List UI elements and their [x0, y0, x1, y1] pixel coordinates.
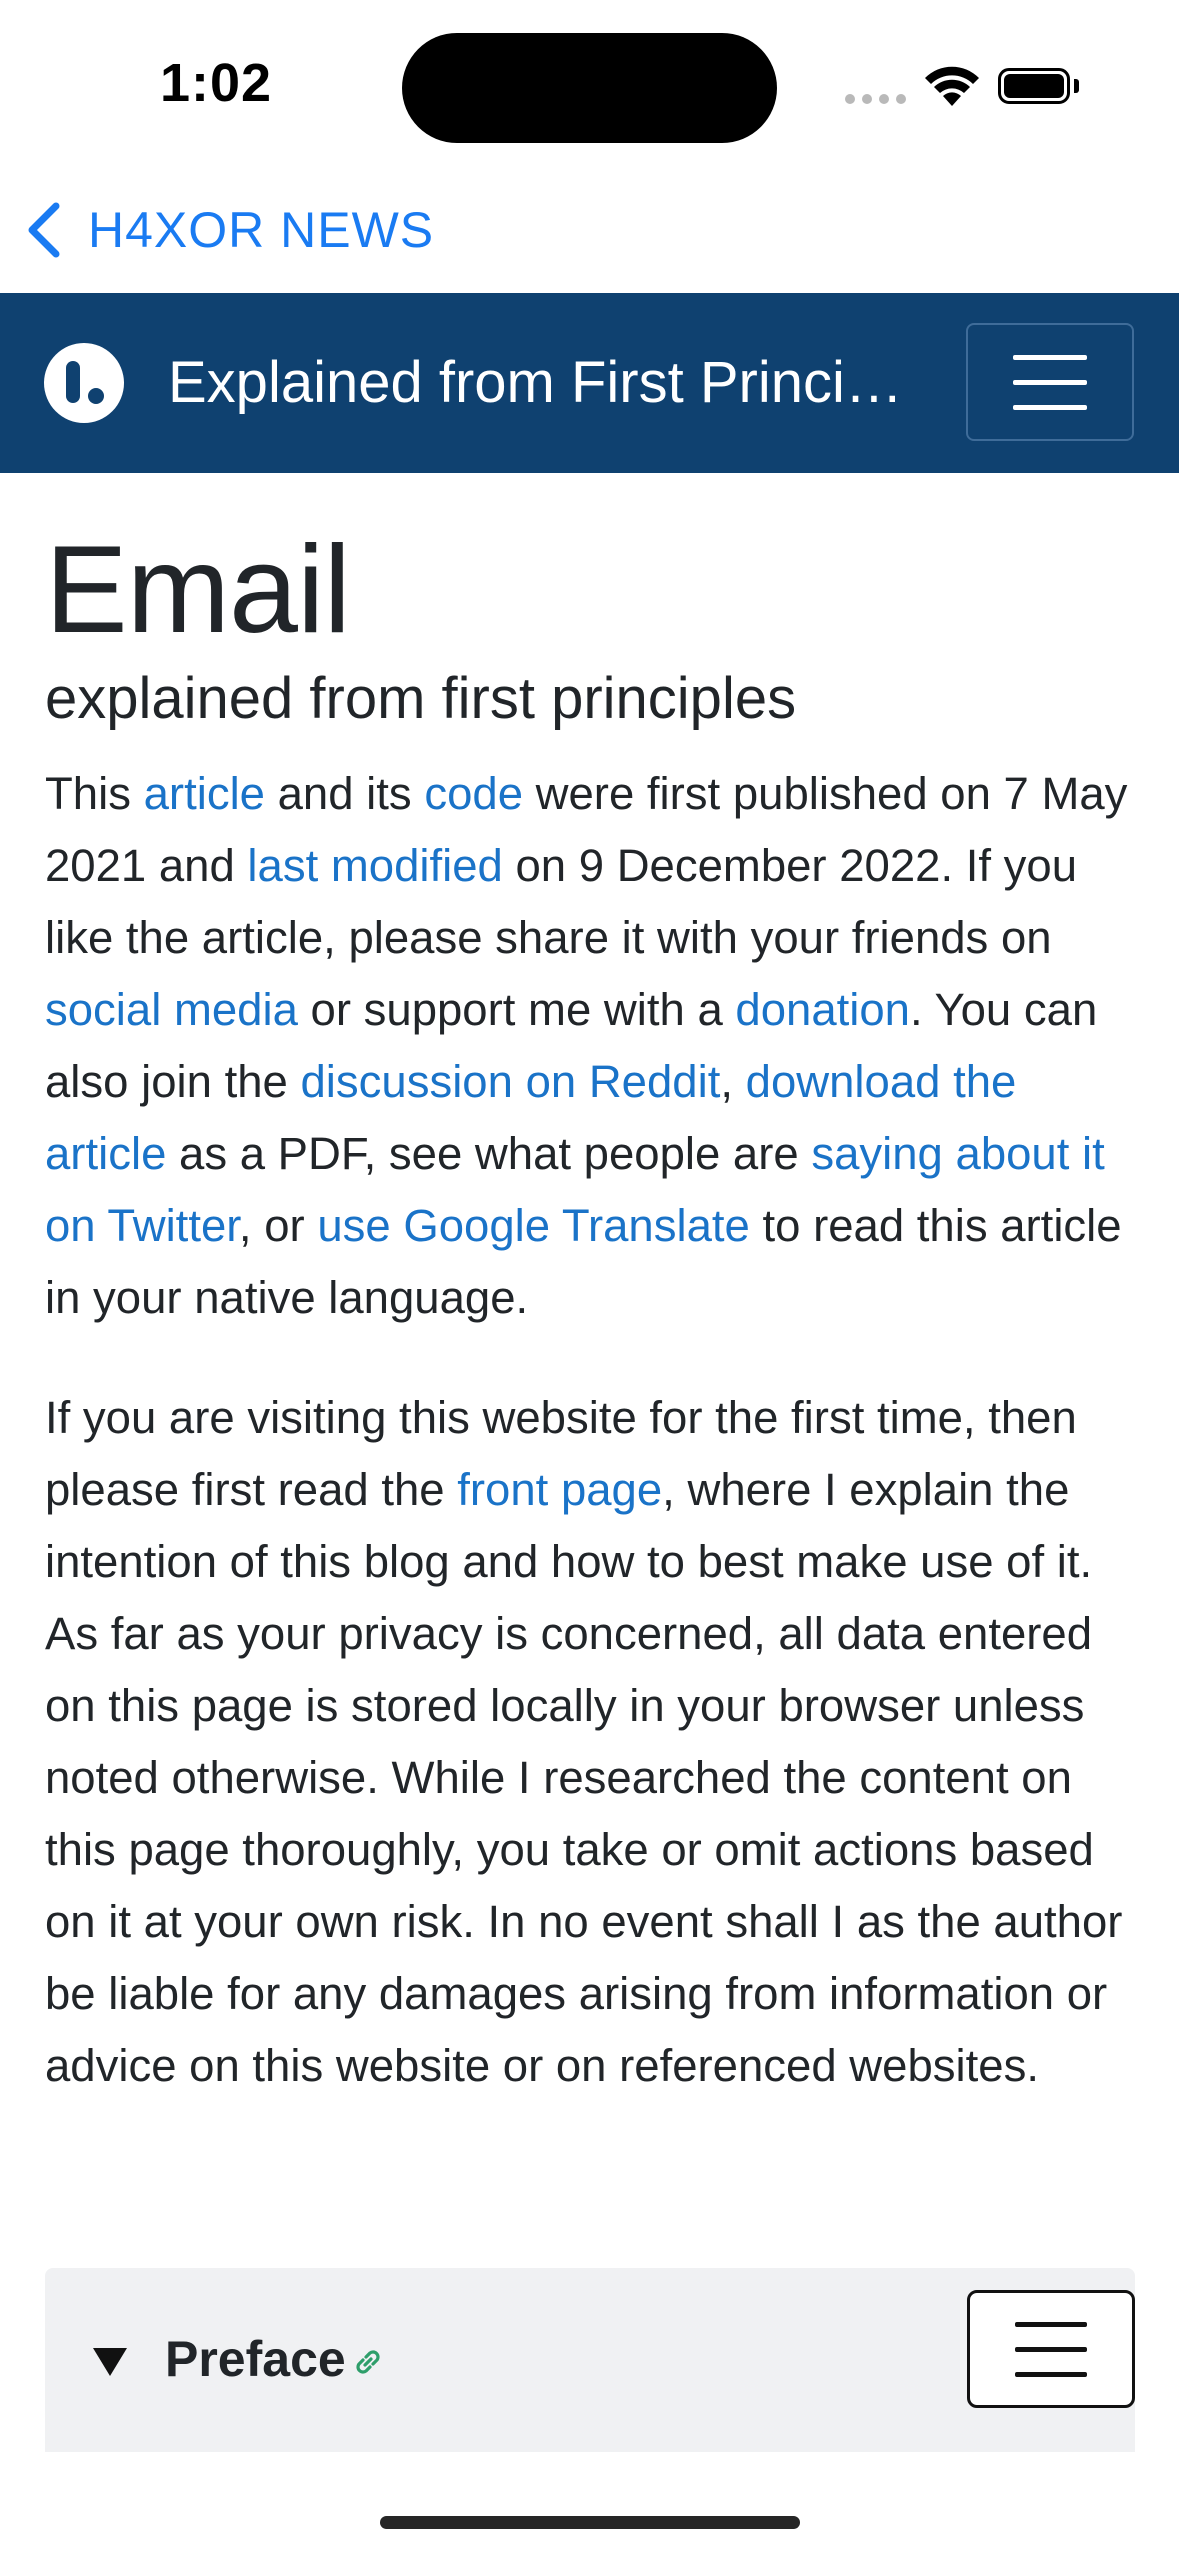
- status-time: 1:02: [160, 53, 273, 113]
- battery-icon: [998, 68, 1070, 104]
- dynamic-island: [402, 33, 777, 143]
- chevron-left-icon: [28, 202, 60, 258]
- link-article[interactable]: article: [144, 768, 265, 819]
- disclosure-triangle-icon[interactable]: [93, 2348, 127, 2376]
- link-social-media[interactable]: social media: [45, 984, 298, 1035]
- disclaimer-paragraph: If you are visiting this website for the…: [45, 1392, 1123, 2091]
- intro-paragraph: This article and its code were first pub…: [45, 768, 1128, 1323]
- article-content: Email explained from first principles Th…: [45, 520, 1135, 2102]
- logo-icon[interactable]: [44, 343, 124, 423]
- battery-tip: [1074, 79, 1079, 93]
- preface-section[interactable]: Preface: [45, 2268, 1135, 2454]
- preface-heading[interactable]: Preface: [165, 2330, 346, 2388]
- home-indicator[interactable]: [380, 2516, 800, 2529]
- back-label: H4XOR NEWS: [88, 202, 435, 258]
- link-icon[interactable]: [350, 2344, 386, 2380]
- link-front-page[interactable]: front page: [457, 1464, 662, 1515]
- page-title: Email: [45, 521, 351, 659]
- scroll-fade: [45, 2452, 1135, 2472]
- hamburger-menu-icon: [1015, 2321, 1087, 2327]
- link-code[interactable]: code: [424, 768, 523, 819]
- site-title[interactable]: Explained from First Principles: [168, 338, 928, 428]
- hamburger-menu-icon: [1013, 354, 1087, 360]
- wifi-icon: [925, 66, 979, 106]
- link-last-modified[interactable]: last modified: [247, 840, 502, 891]
- link-discussion-reddit[interactable]: discussion on Reddit: [300, 1056, 720, 1107]
- link-google-translate[interactable]: use Google Translate: [317, 1200, 750, 1251]
- table-of-contents-button[interactable]: [967, 2290, 1135, 2408]
- signal-icon: [845, 94, 906, 104]
- status-bar: 1:02: [0, 0, 1179, 175]
- page-subtitle: explained from first principles: [45, 666, 797, 731]
- hamburger-menu-button[interactable]: [966, 323, 1134, 441]
- link-donation[interactable]: donation: [735, 984, 910, 1035]
- back-button[interactable]: H4XOR NEWS: [22, 190, 434, 270]
